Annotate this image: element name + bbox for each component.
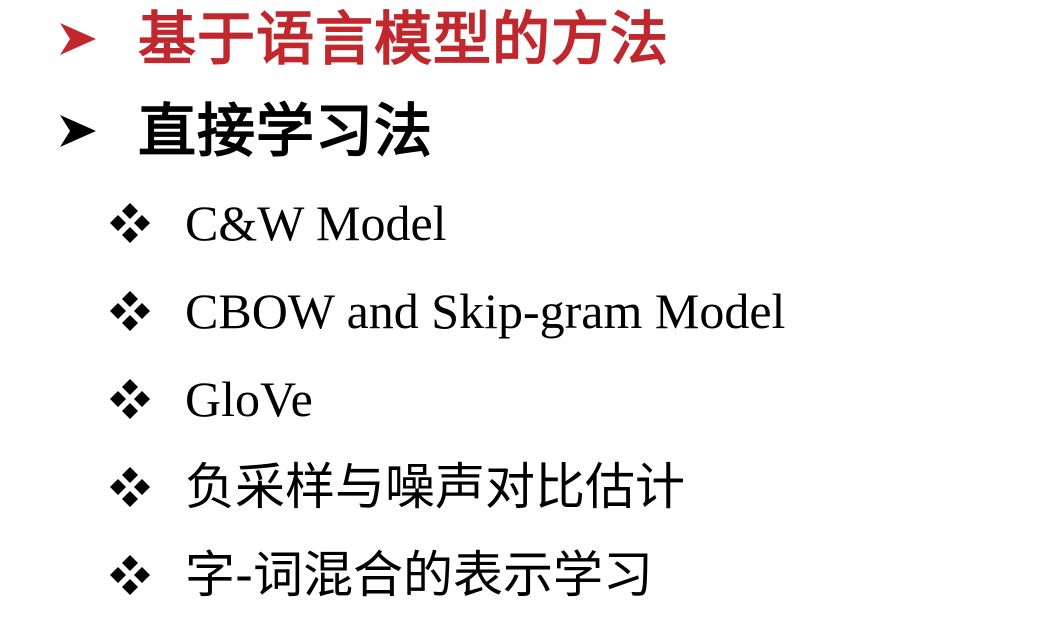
diamond-bullet-icon <box>108 201 152 245</box>
list-item-text: 字-词混合的表示学习 <box>185 546 654 604</box>
heading-language-model-methods: 基于语言模型的方法 <box>58 10 669 68</box>
list-item-char-word-hybrid: 字-词混合的表示学习 <box>108 550 653 600</box>
arrow-bullet-icon <box>58 19 98 59</box>
list-item-cbow-skipgram: CBOW and Skip-gram Model <box>108 286 785 336</box>
list-item-text: 负采样与噪声对比估计 <box>185 458 685 516</box>
list-item-text: CBOW and Skip-gram Model <box>185 283 786 339</box>
list-item-text: C&W Model <box>185 195 447 251</box>
list-item-text: GloVe <box>185 371 313 427</box>
list-item-glove: GloVe <box>108 374 313 424</box>
slide: 基于语言模型的方法 直接学习法 C&W Model CBOW and Skip-… <box>0 0 1048 618</box>
heading-text: 直接学习法 <box>138 97 434 165</box>
diamond-bullet-icon <box>108 377 152 421</box>
diamond-bullet-icon <box>108 289 152 333</box>
list-item-negative-sampling: 负采样与噪声对比估计 <box>108 462 685 512</box>
heading-text: 基于语言模型的方法 <box>138 5 670 73</box>
diamond-bullet-icon <box>108 553 152 597</box>
list-item-cw-model: C&W Model <box>108 198 447 248</box>
diamond-bullet-icon <box>108 465 152 509</box>
heading-direct-learning: 直接学习法 <box>58 102 433 160</box>
arrow-bullet-icon <box>58 111 98 151</box>
